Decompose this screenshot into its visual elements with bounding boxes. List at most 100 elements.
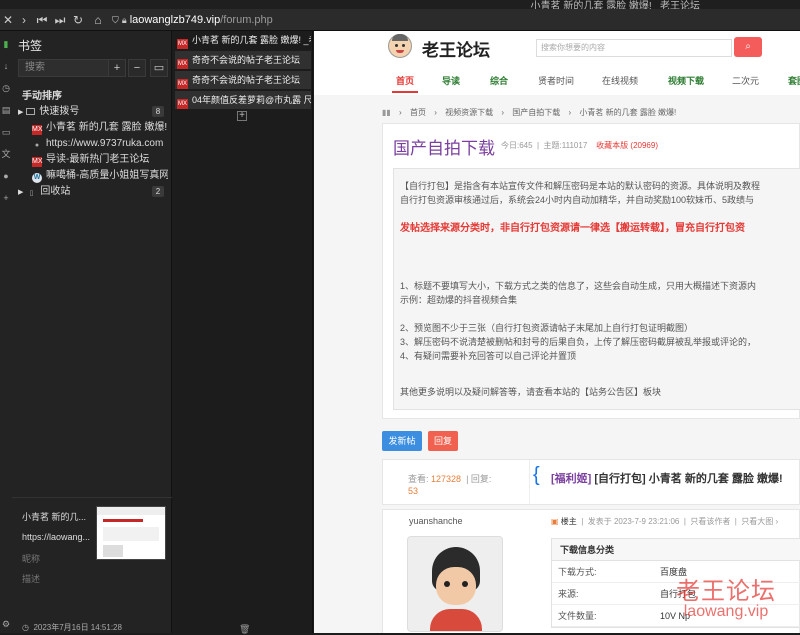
only-author-link[interactable]: 只看该作者 (690, 517, 730, 526)
views-label: 查看: (408, 474, 429, 484)
post-author[interactable]: yuanshanche (409, 516, 463, 526)
wordpress-icon: W (32, 173, 42, 183)
bookmark-detail-title[interactable]: 小青茗 新的几... (22, 510, 86, 523)
add-panel-icon[interactable]: + (1, 193, 11, 203)
nav-general[interactable]: 综合 (490, 74, 508, 87)
nav-label: 导读 (442, 76, 461, 86)
download-panel-icon[interactable]: ↓ (1, 61, 11, 71)
new-folder-button[interactable]: ▭ (150, 59, 168, 77)
favorite-forum-link[interactable]: 收藏本版 (596, 141, 628, 150)
reload-icon[interactable]: ↻ (70, 12, 86, 28)
home-icon[interactable]: ⌂ (90, 12, 106, 28)
nav-label: 视频下载 (668, 76, 705, 86)
expand-arrow-icon: ▶ (18, 189, 24, 196)
remove-bookmark-button[interactable]: − (128, 59, 146, 77)
rules-line: 自行打包资源审核通过后，系统会24小时内自动加精华，并自动奖励100软妹币、5政… (400, 195, 755, 205)
nav-photos[interactable]: 套图 (788, 74, 800, 87)
bookmark-item[interactable]: MX 小青茗 新的几套 露脸 嫩爆! ... (18, 120, 168, 135)
close-panel-icon[interactable]: ✕ (0, 12, 16, 28)
nav-home[interactable]: 首页 (396, 74, 414, 87)
bookmark-item[interactable]: ● https://www.9737ruka.com (18, 136, 168, 151)
lock-panel-icon[interactable]: ● (1, 171, 11, 181)
notes-panel-icon[interactable]: ▤ (1, 105, 11, 115)
tab-item[interactable]: MX 奇奇不会说的帖子老王论坛 (175, 71, 311, 89)
settings-icon[interactable]: ⚙ (1, 619, 11, 629)
favorite-count: (20969) (630, 141, 658, 150)
bookmark-label: 回收站 (40, 186, 71, 197)
thread-views: 查看: 127328 | 回复: (408, 474, 492, 484)
bookmark-date-text: 2023年7月16日 14:51:28 (33, 623, 122, 632)
add-bookmark-button[interactable]: + (108, 59, 126, 77)
bookmark-description-field[interactable]: 描述 (22, 572, 40, 585)
sort-mode-label[interactable]: 手动排序 (22, 87, 62, 102)
nav-guide[interactable]: 导读 (442, 74, 460, 87)
tab-item[interactable]: MX 04年颜值反差萝莉@市丸露 尺度私 (175, 91, 311, 109)
tab-label: 奇奇不会说的帖子老王论坛 (192, 75, 301, 85)
lock-icon: 🔒︎ (121, 15, 127, 25)
site-logo-text[interactable]: 老王论坛 (422, 36, 490, 61)
rules-line: 其他更多说明以及疑问解答等，请查看本站的【站务公告区】板块 (400, 387, 662, 397)
clock-icon: ◷ (22, 623, 29, 632)
new-tab-button[interactable]: + (237, 111, 247, 121)
address-bar[interactable]: ⛉ 🔒︎ laowanglzb749.vip/forum.php (112, 12, 312, 28)
nav-video-download[interactable]: 视频下载 (668, 74, 704, 87)
op-icon: ▣ (551, 517, 559, 526)
site-search-input[interactable]: 搜索你想要的内容 (536, 39, 732, 57)
tabs-panel: MX 小青茗 新的几套 露脸 嫩爆! _老王 MX 奇奇不会说的帖子老王论坛 MX 奇… (173, 31, 313, 635)
op-label: 楼主 (560, 517, 577, 526)
watermark-line1: 老王论坛 (676, 578, 776, 605)
history-panel-icon[interactable]: ◷ (1, 83, 11, 93)
breadcrumb: ▮▮ › 首页 › 视频资源下载 › 国产自拍下载 › 小青茗 新的几套 露脸 … (382, 107, 682, 118)
breadcrumb-forum[interactable]: 国产自拍下载 (512, 108, 560, 117)
fast-forward-icon[interactable]: ⏭ (52, 12, 68, 28)
site-search-button[interactable]: ⌕ (734, 37, 762, 57)
reply-button[interactable]: 回复 (428, 431, 458, 451)
side-panel-rail: ▮ ↓ ◷ ▤ ▭ 文 ● + ⚙ (0, 31, 12, 633)
breadcrumb-sep: › (434, 108, 437, 117)
breadcrumb-thread[interactable]: 小青茗 新的几套 露脸 嫩爆! (579, 108, 676, 117)
breadcrumb-video-download[interactable]: 视频资源下载 (445, 108, 493, 117)
nav-sage-time[interactable]: 贤者时间 (538, 74, 574, 87)
mx-favicon-icon: MX (32, 125, 43, 135)
avatar[interactable] (407, 536, 503, 632)
url-path: /forum.php (220, 14, 273, 26)
expand-arrow-icon: ▶ (18, 109, 24, 116)
bookmark-detail-url[interactable]: https://laowang... (22, 532, 90, 542)
forum-today-count: 今日:645 (501, 141, 533, 150)
replies-label: 回复: (470, 474, 492, 484)
mx-favicon-icon: MX (32, 157, 43, 167)
bookmark-folder-speed-dial[interactable]: ▶ 快速拨号 8 (18, 104, 168, 119)
nav-label: 在线视频 (602, 76, 639, 86)
rules-line: 4、有疑问需要补充回答可以自己评论并置顶 (400, 351, 577, 361)
bookmark-label: 小青茗 新的几套 露脸 嫩爆! ... (46, 122, 168, 133)
trash-icon[interactable]: 🗑︎ (239, 624, 250, 635)
rules-warning: 发帖选择来源分类时，非自行打包资源请一律选【搬运转载】，冒充自行打包资 (400, 223, 745, 234)
breadcrumb-home[interactable]: 首页 (410, 108, 426, 117)
new-post-button[interactable]: 发新帖 (382, 431, 422, 451)
big-image-link[interactable]: 只看大图 (741, 517, 773, 526)
bookmark-nickname-field[interactable]: 昵称 (22, 552, 40, 565)
nav-online-video[interactable]: 在线视频 (602, 74, 638, 87)
mx-favicon-icon: MX (177, 99, 188, 109)
tab-item[interactable]: MX 小青茗 新的几套 露脸 嫩爆! _老王 (175, 31, 311, 49)
forum-title[interactable]: 国产自拍下载 (393, 134, 495, 159)
mx-favicon-icon: MX (177, 79, 188, 89)
rewind-icon[interactable]: ⏮ (34, 12, 50, 28)
bookmark-panel-icon[interactable]: ▮ (1, 39, 11, 49)
bookmark-item[interactable]: MX 导读-最新热门老王论坛 (18, 152, 168, 167)
window-panel-icon[interactable]: ▭ (1, 127, 11, 137)
site-header: 老王论坛 搜索你想要的内容 ⌕ 首页 导读 综合 贤者时间 在线视频 视频下载 … (314, 31, 800, 95)
nav-anime[interactable]: 二次元 (732, 74, 759, 87)
tab-label: 04年颜值反差萝莉@市丸露 尺度私 (192, 95, 311, 105)
thread-tag[interactable]: [福利姬] (551, 473, 591, 485)
bookmark-folder-trash[interactable]: ▶ ▯ 回收站 2 (18, 184, 168, 199)
bookmark-item[interactable]: W 嘛噶桶-高质量小姐姐写真网 (18, 168, 168, 183)
bookmark-date: ◷ 2023年7月16日 14:51:28 (22, 622, 122, 633)
mx-favicon-icon: MX (177, 39, 188, 49)
forward-icon[interactable]: › (16, 12, 32, 28)
bookmark-search-input[interactable]: 搜索 (18, 59, 114, 77)
tab-item[interactable]: MX 奇奇不会说的帖子老王论坛 (175, 51, 311, 69)
site-logo-icon[interactable] (388, 34, 412, 58)
globe-icon: ● (34, 142, 40, 149)
translate-panel-icon[interactable]: 文 (1, 149, 11, 159)
